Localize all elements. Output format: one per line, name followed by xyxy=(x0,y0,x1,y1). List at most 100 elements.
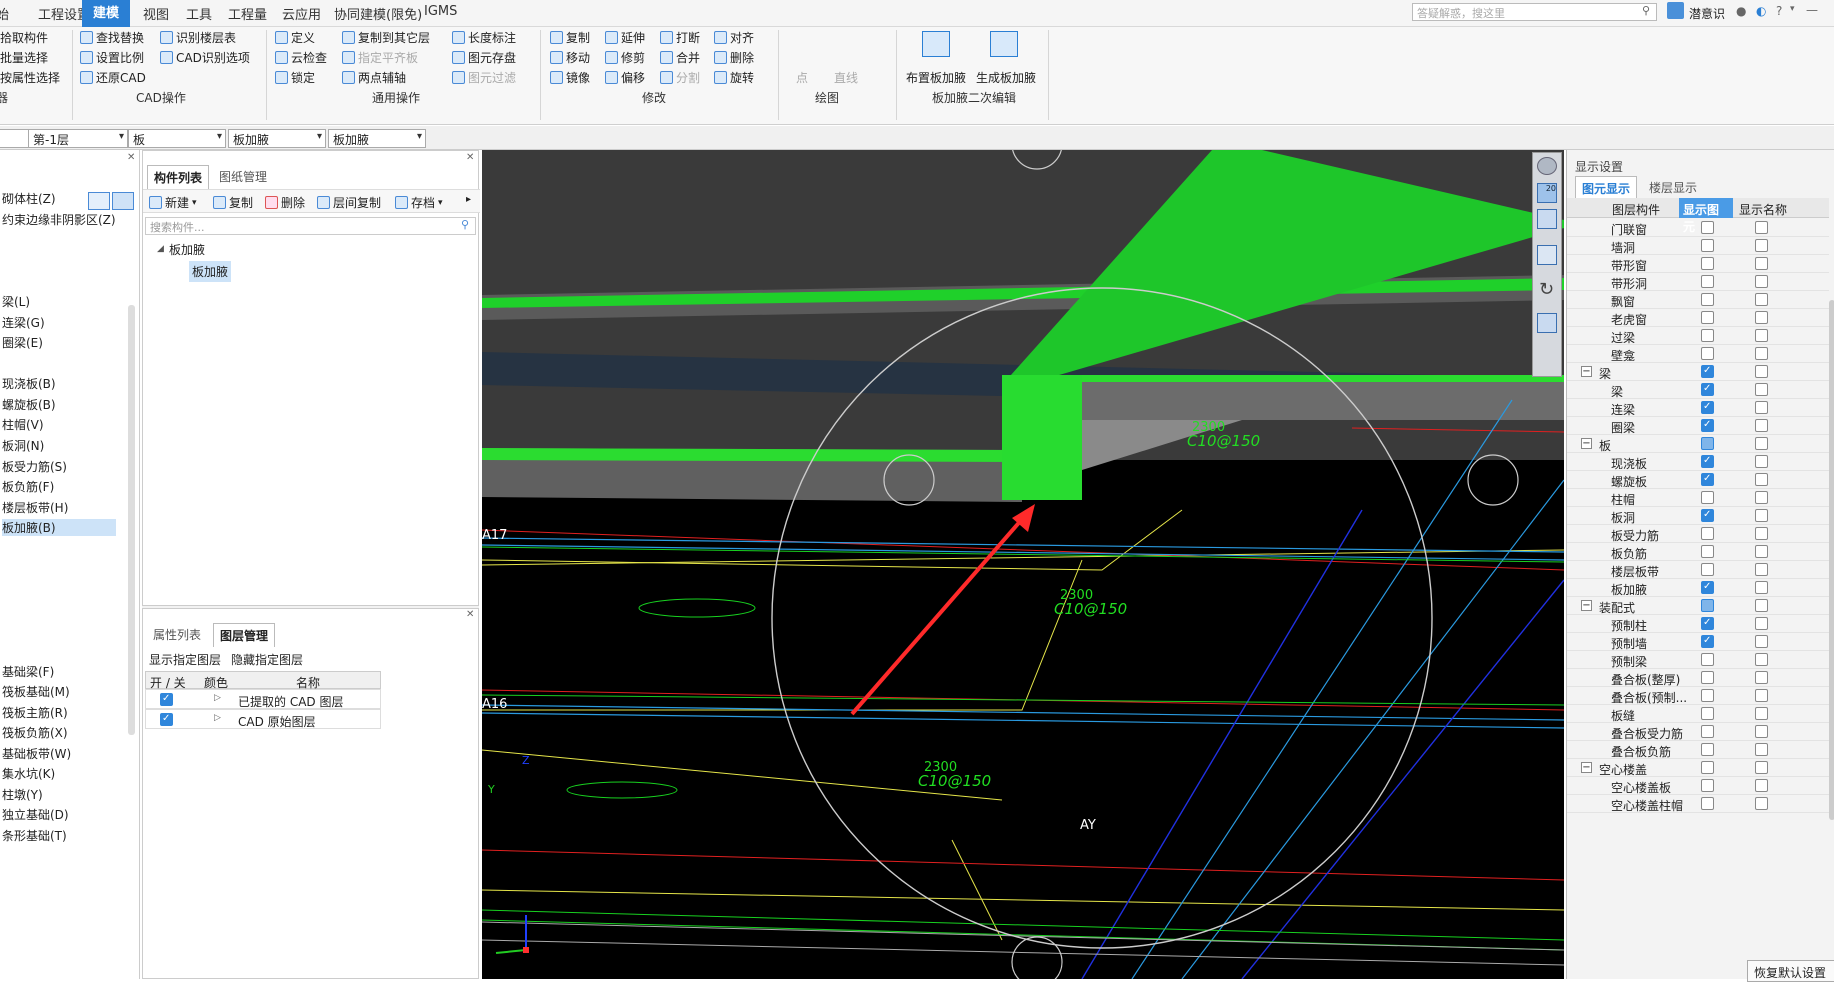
3d-viewport[interactable]: A17 A16 AY C10@150 2300 C10@150 2300 C10… xyxy=(482,150,1564,979)
menu-item[interactable]: 工具 xyxy=(186,4,212,23)
search-icon[interactable]: ⚲ xyxy=(461,218,469,231)
general-tool-button[interactable]: 图元存盘 xyxy=(452,49,516,66)
tree-item[interactable]: 砌体柱(Z) xyxy=(2,190,56,207)
show-name-checkbox[interactable] xyxy=(1755,527,1768,540)
show-element-checkbox[interactable] xyxy=(1701,311,1714,324)
modify-tool-button[interactable]: 复制 xyxy=(550,29,590,46)
type-select[interactable]: 板 xyxy=(128,129,226,148)
general-tool-button[interactable]: 两点辅轴 xyxy=(342,69,406,86)
show-element-checkbox[interactable] xyxy=(1701,329,1714,342)
select-tool-button[interactable]: 批量选择 xyxy=(0,49,48,66)
cad-tool-button[interactable]: CAD识别选项 xyxy=(160,49,250,66)
show-name-checkbox[interactable] xyxy=(1755,581,1768,594)
search-icon[interactable]: ⚲ xyxy=(1642,4,1650,17)
tree-item[interactable]: 板受力筋(S) xyxy=(2,458,67,475)
modify-tool-button[interactable]: 修剪 xyxy=(605,49,645,66)
select-tool-button[interactable]: 按属性选择 xyxy=(0,69,60,86)
minimize-icon[interactable]: — xyxy=(1806,3,1818,17)
menu-item[interactable]: IGMS xyxy=(424,4,457,19)
cube-view-icon[interactable] xyxy=(1537,209,1557,229)
show-name-checkbox[interactable] xyxy=(1755,491,1768,504)
show-element-checkbox[interactable] xyxy=(1701,545,1714,558)
show-name-checkbox[interactable] xyxy=(1755,761,1768,774)
more-icon[interactable]: ▸ xyxy=(466,194,471,205)
tab-layer-management[interactable]: 图层管理 xyxy=(213,623,276,647)
message-icon[interactable]: ● xyxy=(1736,4,1746,18)
collapse-icon[interactable]: − xyxy=(1581,366,1592,377)
show-element-checkbox[interactable] xyxy=(1701,473,1714,486)
expand-icon[interactable]: ▷ xyxy=(214,693,221,703)
show-name-checkbox[interactable] xyxy=(1755,563,1768,576)
tree-item[interactable]: 筏板基础(M) xyxy=(2,683,70,700)
general-tool-button[interactable]: 长度标注 xyxy=(452,29,516,46)
show-element-checkbox[interactable] xyxy=(1701,365,1714,378)
show-name-checkbox[interactable] xyxy=(1755,347,1768,360)
modify-tool-button[interactable]: 删除 xyxy=(714,49,754,66)
show-name-checkbox[interactable] xyxy=(1755,689,1768,702)
menu-item[interactable]: 云应用 xyxy=(282,4,321,23)
generate-haunch-icon[interactable] xyxy=(990,31,1018,57)
general-tool-button[interactable]: 云检查 xyxy=(275,49,327,66)
grid-view-icon[interactable] xyxy=(1537,313,1557,333)
collapse-icon[interactable]: − xyxy=(1581,438,1592,449)
select-tool-button[interactable]: 拾取构件 xyxy=(0,29,48,46)
show-name-checkbox[interactable] xyxy=(1755,257,1768,270)
tree-item[interactable]: 基础梁(F) xyxy=(2,663,54,680)
user-name[interactable]: 潜意识 xyxy=(1689,5,1725,22)
orbit-icon[interactable] xyxy=(1537,157,1557,175)
modify-tool-button[interactable]: 对齐 xyxy=(714,29,754,46)
collapse-icon[interactable]: ◢ xyxy=(157,244,164,254)
show-element-checkbox[interactable] xyxy=(1701,653,1714,666)
help-icon[interactable]: ? xyxy=(1776,4,1782,18)
layer-toggle-checkbox[interactable] xyxy=(160,693,173,706)
modify-tool-button[interactable]: 镜像 xyxy=(550,69,590,86)
general-tool-button[interactable]: 指定平齐板 xyxy=(342,49,418,66)
show-name-checkbox[interactable] xyxy=(1755,707,1768,720)
tree-item[interactable]: 筏板主筋(R) xyxy=(2,704,68,721)
tree-item-selected[interactable]: 板加腋 xyxy=(189,261,232,282)
show-name-checkbox[interactable] xyxy=(1755,419,1768,432)
show-element-checkbox[interactable] xyxy=(1701,293,1714,306)
show-name-checkbox[interactable] xyxy=(1755,509,1768,522)
close-icon[interactable]: ✕ xyxy=(466,609,474,620)
show-name-checkbox[interactable] xyxy=(1755,797,1768,810)
show-name-checkbox[interactable] xyxy=(1755,779,1768,792)
tree-item[interactable]: 集水坑(K) xyxy=(2,765,55,782)
show-element-checkbox[interactable] xyxy=(1701,239,1714,252)
show-name-checkbox[interactable] xyxy=(1755,383,1768,396)
menu-item[interactable]: 协同建模(限免) xyxy=(334,4,422,23)
service-icon[interactable]: ◐ xyxy=(1756,4,1766,18)
grip-circle-right[interactable] xyxy=(1467,454,1519,506)
3d-box-icon[interactable] xyxy=(1537,245,1557,265)
tree-item[interactable]: 约束边缘非阴影区(Z) xyxy=(2,211,116,228)
show-name-checkbox[interactable] xyxy=(1755,311,1768,324)
show-name-checkbox[interactable] xyxy=(1755,635,1768,648)
zoom-icon[interactable]: 20 xyxy=(1537,183,1557,203)
place-haunch-icon[interactable] xyxy=(922,31,950,57)
show-name-checkbox[interactable] xyxy=(1755,293,1768,306)
new-button[interactable]: 新建 ▾ xyxy=(149,194,197,211)
modify-tool-button[interactable]: 移动 xyxy=(550,49,590,66)
show-element-checkbox[interactable] xyxy=(1701,257,1714,270)
show-element-checkbox[interactable] xyxy=(1701,509,1714,522)
general-tool-button[interactable]: 定义 xyxy=(275,29,315,46)
component-search-input[interactable]: 搜索构件... xyxy=(145,217,476,235)
draw-point-button[interactable]: 点 xyxy=(796,69,808,86)
tree-item[interactable]: 梁(L) xyxy=(2,293,30,310)
show-element-checkbox[interactable] xyxy=(1701,275,1714,288)
show-name-checkbox[interactable] xyxy=(1755,725,1768,738)
show-element-checkbox[interactable] xyxy=(1701,563,1714,576)
component-select[interactable]: 板加腋 xyxy=(328,129,426,148)
show-element-checkbox[interactable] xyxy=(1701,617,1714,630)
general-tool-button[interactable]: 复制到其它层 xyxy=(342,29,430,46)
show-element-checkbox[interactable] xyxy=(1701,725,1714,738)
tree-item[interactable]: 现浇板(B) xyxy=(2,375,56,392)
delete-button[interactable]: 删除 xyxy=(265,194,305,211)
cad-tool-button[interactable]: 还原CAD xyxy=(80,69,146,86)
tree-item[interactable]: 连梁(G) xyxy=(2,314,45,331)
show-name-checkbox[interactable] xyxy=(1755,671,1768,684)
tree-item[interactable]: 楼层板带(H) xyxy=(2,499,68,516)
scrollbar[interactable] xyxy=(128,305,135,735)
list-view-icon[interactable] xyxy=(88,192,110,210)
show-element-checkbox[interactable] xyxy=(1701,221,1714,234)
